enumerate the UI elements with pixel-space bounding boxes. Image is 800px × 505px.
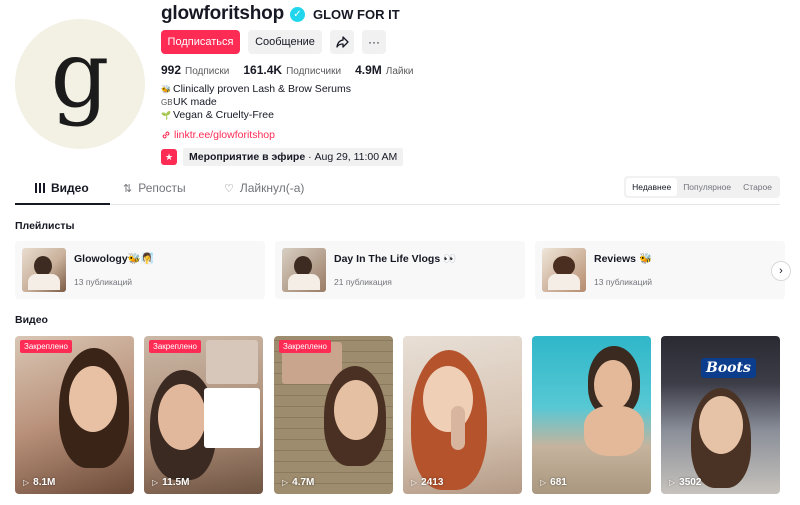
- video-views: ▷ 2413: [411, 477, 443, 488]
- playlist-thumbnail: [282, 248, 326, 292]
- playlist-thumbnail: [22, 248, 66, 292]
- video-views: ▷ 8.1M: [23, 477, 55, 488]
- playlist-name: Day In The Life Vlogs 👀: [334, 253, 457, 265]
- playlist-thumbnail: [542, 248, 586, 292]
- video-views: ▷ 11.5M: [152, 477, 189, 488]
- username-row: glowforitshop ✓ GLOW FOR IT: [161, 3, 400, 25]
- grid-icon: [35, 183, 45, 193]
- message-button[interactable]: Сообщение: [248, 30, 322, 54]
- followers-stat[interactable]: 161.4K Подписчики: [243, 63, 341, 77]
- views-count: 2413: [421, 477, 444, 488]
- bio-line: 🌱 Vegan & Cruelty-Free: [161, 109, 351, 122]
- username: glowforitshop: [161, 3, 284, 24]
- tab-label: Лайкнул(-а): [239, 181, 305, 195]
- video-views: ▷ 681: [540, 477, 567, 488]
- heart-icon: ♡: [224, 182, 234, 195]
- event-title: Мероприятие в эфире: [189, 151, 306, 163]
- profile-stats: 992 Подписки 161.4K Подписчики 4.9M Лайки: [161, 63, 413, 77]
- playlist-card[interactable]: Reviews 🐝 13 публикаций: [535, 241, 785, 299]
- playlist-count: 13 публикаций: [74, 277, 132, 287]
- uk-flag-icon: GB: [161, 98, 173, 107]
- videos-heading: Видео: [15, 314, 48, 326]
- playlist-card[interactable]: Day In The Life Vlogs 👀 21 публикация: [275, 241, 525, 299]
- play-icon: ▷: [23, 478, 30, 487]
- bio-text: UK made: [173, 96, 217, 108]
- playlists-heading: Плейлисты: [15, 220, 75, 232]
- profile-bio: 🐝 Clinically proven Lash & Brow Serums GB…: [161, 83, 351, 122]
- play-icon: ▷: [152, 478, 159, 487]
- active-tab-indicator: [15, 203, 110, 205]
- avatar-logo-letter: g: [50, 21, 110, 128]
- tab-label: Видео: [51, 181, 89, 195]
- likes-count: 4.9M: [355, 63, 382, 77]
- sort-popular[interactable]: Популярное: [677, 178, 737, 196]
- playlist-count: 21 публикация: [334, 277, 392, 287]
- link-icon: [162, 131, 170, 139]
- followers-count: 161.4K: [243, 63, 283, 77]
- following-label: Подписки: [185, 66, 230, 77]
- share-icon: [335, 36, 349, 48]
- sort-toggle: Недавнее Популярное Старое: [624, 176, 780, 198]
- likes-stat: 4.9M Лайки: [355, 63, 413, 77]
- tab-reposts[interactable]: ⇅ Репосты: [123, 181, 186, 195]
- tab-label: Репосты: [138, 181, 186, 195]
- pinned-badge: Закреплено: [149, 340, 201, 353]
- bio-line: 🐝 Clinically proven Lash & Brow Serums: [161, 83, 351, 96]
- seedling-emoji-icon: 🌱: [161, 111, 171, 120]
- tab-liked[interactable]: ♡ Лайкнул(-а): [224, 181, 304, 195]
- likes-label: Лайки: [385, 66, 414, 77]
- play-icon: ▷: [411, 478, 418, 487]
- sort-recent[interactable]: Недавнее: [626, 178, 678, 196]
- video-views: ▷ 4.7M: [282, 477, 314, 488]
- live-event[interactable]: ★ Мероприятие в эфире · Aug 29, 11:00 AM: [161, 148, 404, 166]
- playlist-name: Glowology🐝🧖‍♀️: [74, 253, 154, 265]
- views-count: 681: [550, 477, 567, 488]
- profile-link[interactable]: linktr.ee/glowforitshop: [161, 129, 275, 141]
- event-label[interactable]: Мероприятие в эфире · Aug 29, 11:00 AM: [183, 148, 404, 166]
- more-options-button[interactable]: ···: [362, 30, 386, 54]
- profile-avatar[interactable]: g: [15, 19, 145, 149]
- playlists-next-button[interactable]: ›: [771, 261, 791, 281]
- views-count: 8.1M: [33, 477, 56, 488]
- playlist-count: 13 публикаций: [594, 277, 652, 287]
- following-count: 992: [161, 63, 182, 77]
- play-icon: ▷: [282, 478, 289, 487]
- tab-videos[interactable]: Видео: [35, 181, 89, 195]
- video-card[interactable]: Закреплено ▷ 8.1M: [15, 336, 134, 494]
- repost-icon: ⇅: [123, 182, 133, 195]
- views-count: 4.7M: [292, 477, 315, 488]
- video-views: ▷ 3502: [669, 477, 701, 488]
- profile-link-text[interactable]: linktr.ee/glowforitshop: [174, 129, 275, 141]
- store-sign: Boots: [701, 358, 756, 378]
- sort-oldest[interactable]: Старое: [737, 178, 778, 196]
- play-icon: ▷: [540, 478, 547, 487]
- video-card[interactable]: ▷ 2413: [403, 336, 522, 494]
- video-card[interactable]: Закреплено ▷ 4.7M: [274, 336, 393, 494]
- follow-button[interactable]: Подписаться: [161, 30, 240, 54]
- pinned-badge: Закреплено: [20, 340, 72, 353]
- followers-label: Подписчики: [286, 66, 342, 77]
- bio-text: Vegan & Cruelty-Free: [173, 109, 274, 121]
- video-card[interactable]: Boots ▷ 3502: [661, 336, 780, 494]
- calendar-star-icon: ★: [161, 149, 177, 165]
- play-icon: ▷: [669, 478, 676, 487]
- video-card[interactable]: ▷ 681: [532, 336, 651, 494]
- nickname: GLOW FOR IT: [313, 6, 400, 22]
- share-button[interactable]: [330, 30, 354, 54]
- pinned-badge: Закреплено: [279, 340, 331, 353]
- bee-emoji-icon: 🐝: [161, 85, 171, 94]
- playlist-card[interactable]: Glowology🐝🧖‍♀️ 13 публикаций: [15, 241, 265, 299]
- bio-line: GBUK made: [161, 96, 351, 109]
- bio-text: Clinically proven Lash & Brow Serums: [173, 83, 351, 95]
- profile-tabs: Видео ⇅ Репосты ♡ Лайкнул(-а) Недавнее П…: [15, 176, 780, 205]
- playlist-name: Reviews 🐝: [594, 253, 653, 265]
- profile-actions: Подписаться Сообщение ···: [161, 30, 386, 54]
- event-date: · Aug 29, 11:00 AM: [305, 151, 398, 163]
- views-count: 11.5M: [162, 477, 190, 488]
- verified-badge-icon: ✓: [290, 6, 305, 22]
- views-count: 3502: [679, 477, 702, 488]
- following-stat[interactable]: 992 Подписки: [161, 63, 229, 77]
- video-card[interactable]: Закреплено ▷ 11.5M: [144, 336, 263, 494]
